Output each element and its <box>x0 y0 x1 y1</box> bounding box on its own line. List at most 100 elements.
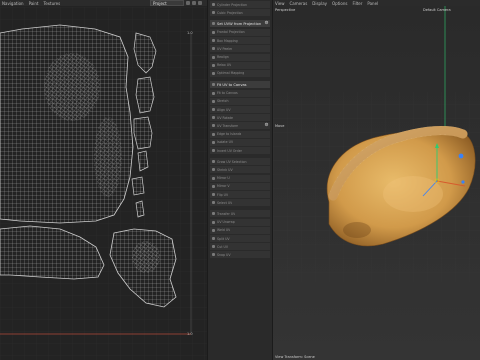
palette-item-label: Optimal Mapping <box>217 71 245 76</box>
tool-icon <box>212 237 215 240</box>
menu-options[interactable]: Options <box>332 1 347 6</box>
palette-item[interactable]: Mirror V <box>210 182 270 190</box>
camera-name-label[interactable]: Default Camera <box>423 8 451 12</box>
tool-icon <box>212 30 215 34</box>
palette-item-label: Mirror V <box>217 184 230 189</box>
tool-icon <box>212 212 215 216</box>
tool-icon <box>212 3 215 6</box>
palette-item[interactable]: Stretch <box>210 97 270 105</box>
tool-icon <box>212 39 215 43</box>
viewport-3d[interactable]: View Cameras Display Options Filter Pane… <box>273 0 480 360</box>
gear-icon[interactable]: ⚙ <box>264 123 269 128</box>
palette-item-label: Flip UV <box>217 192 229 197</box>
tool-icon <box>212 22 215 26</box>
menu-paint[interactable]: Paint <box>29 1 39 6</box>
palette-item[interactable]: Flip UV <box>210 191 270 198</box>
palette-item[interactable]: Mirror U <box>210 174 270 182</box>
menu-panel[interactable]: Panel <box>367 1 378 6</box>
palette-item[interactable]: Weld UV <box>210 226 270 234</box>
palette-item[interactable]: Realign <box>210 53 270 61</box>
uv-island-small-3 <box>131 176 145 196</box>
tool-icon <box>212 55 215 59</box>
menu-navigation[interactable]: Navigation <box>2 1 24 6</box>
tool-icon <box>212 184 215 188</box>
palette-item-label: Select UV <box>217 200 233 205</box>
tool-icon <box>212 245 215 249</box>
palette-item[interactable]: Relax UV <box>210 61 270 69</box>
tool-icon <box>212 140 215 144</box>
palette-item[interactable]: Invert UV Order <box>210 147 270 154</box>
palette-item-label: Invert UV Order <box>217 148 242 153</box>
tool-icon <box>212 168 215 172</box>
palette-item-label: Cut UV <box>217 244 229 249</box>
uv-canvas[interactable]: 1.0 1.0 <box>0 7 207 360</box>
tool-icon <box>212 201 215 205</box>
menu-view[interactable]: View <box>275 1 285 6</box>
palette-item-label: UV Unwrap <box>217 220 235 225</box>
zoom-icon[interactable] <box>192 1 196 5</box>
palette-item-label: UV Rotate <box>217 115 233 120</box>
tool-icon <box>212 116 215 120</box>
uv-corner-top-label: 1.0 <box>187 31 193 35</box>
palette-item-label: Realign <box>217 55 229 59</box>
palette-item[interactable]: Cut UV <box>210 243 270 251</box>
menu-cameras[interactable]: Cameras <box>290 1 308 6</box>
tool-icon <box>212 228 215 232</box>
move-icon[interactable] <box>186 1 190 5</box>
palette-item-label: Cubic Projection <box>217 10 243 15</box>
palette-item[interactable]: Shrink UV <box>210 166 270 174</box>
palette-item[interactable]: Frontal Projection <box>210 28 270 36</box>
palette-item[interactable]: Edge to Islands <box>210 130 270 138</box>
camera-type-label: Perspective <box>275 8 296 12</box>
palette-item[interactable]: Select UV <box>210 199 270 207</box>
palette-item-label: Frontal Projection <box>217 30 245 35</box>
tool-icon <box>212 83 215 87</box>
palette-item[interactable]: Box Mapping <box>210 37 270 45</box>
palette-item[interactable]: Optimal Mapping <box>210 69 270 77</box>
palette-item-label: UV Peeler <box>217 46 233 51</box>
palette-item[interactable]: Fit to Canvas <box>210 89 270 97</box>
project-select[interactable]: Project <box>150 0 184 6</box>
gear-icon[interactable]: ⚙ <box>264 21 269 26</box>
palette-item[interactable]: Transfer UV <box>210 210 270 218</box>
tool-icon <box>212 11 215 15</box>
app-root: Navigation Paint Textures Project 1.0 1.… <box>0 0 480 360</box>
palette-item-label: Stretch <box>217 99 229 104</box>
palette-item[interactable]: Grow UV Selection <box>210 158 270 166</box>
palette-item[interactable]: Split UV <box>210 235 270 242</box>
palette-item-label: Weld UV <box>217 228 231 233</box>
palette-item-label: Split UV <box>217 236 230 241</box>
uv-toolbar-buttons <box>186 1 202 5</box>
palette-item-label: Fit UV to Canvas <box>217 82 247 87</box>
menu-filter[interactable]: Filter <box>352 1 362 6</box>
palette-item[interactable]: Set UVW from Projection ⚙ <box>210 20 270 28</box>
uv-editor-panel: Navigation Paint Textures Project 1.0 1.… <box>0 0 207 360</box>
menu-display[interactable]: Display <box>312 1 327 6</box>
uv-island-main <box>0 24 134 224</box>
palette-item[interactable]: UV Rotate <box>210 114 270 122</box>
palette-item[interactable]: UV Unwrap <box>210 218 270 226</box>
uv-command-palette: Cylinder Projection Cubic Projection Set U… <box>207 0 273 360</box>
palette-item-label: Cylinder Projection <box>217 2 247 7</box>
palette-item[interactable]: Fit UV to Canvas <box>210 81 270 89</box>
palette-item-label: Shrink UV <box>217 167 233 172</box>
palette-item-label: UV Transform <box>217 123 239 128</box>
fit-icon[interactable] <box>198 1 202 5</box>
tool-icon <box>212 220 215 224</box>
tool-icon <box>212 108 215 111</box>
palette-item[interactable]: Snap UV <box>210 251 270 259</box>
tool-icon <box>212 132 215 136</box>
uv-island-small-1 <box>133 116 153 150</box>
palette-item[interactable]: Align UV <box>210 106 270 113</box>
menu-textures[interactable]: Textures <box>43 1 60 6</box>
palette-item[interactable]: Isolate UV <box>210 138 270 146</box>
palette-item[interactable]: UV Peeler <box>210 45 270 53</box>
palette-item[interactable]: Cylinder Projection <box>210 1 270 8</box>
palette-item[interactable]: UV Transform ⚙ <box>210 122 270 130</box>
uv-island-small-2 <box>137 150 149 172</box>
tool-icon <box>212 63 215 67</box>
palette-item[interactable]: Cubic Projection <box>210 9 270 17</box>
tool-icon <box>212 149 215 152</box>
palette-item-label: Relax UV <box>217 63 232 68</box>
tool-icon <box>212 176 215 180</box>
